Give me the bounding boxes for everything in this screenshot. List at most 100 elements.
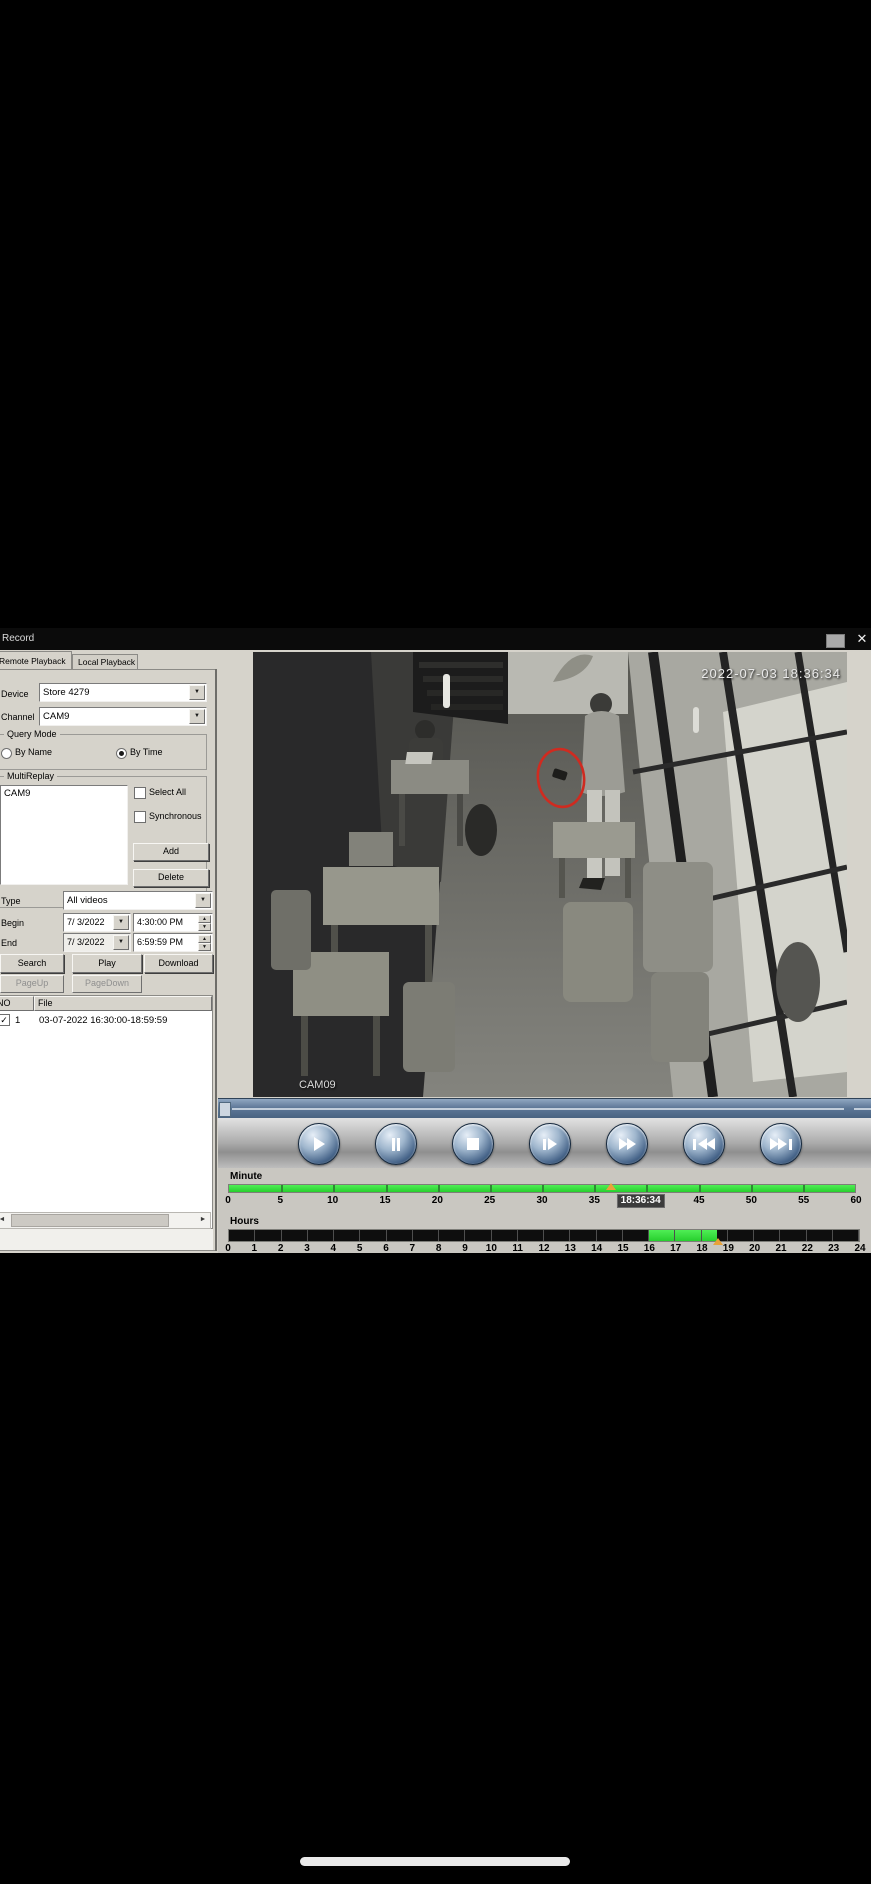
select-all-checkbox[interactable]: [134, 787, 146, 799]
hour-segment: [413, 1230, 439, 1241]
hour-segment: [229, 1230, 255, 1241]
by-name-radio[interactable]: [1, 748, 12, 759]
hour-tick-label: 3: [304, 1243, 310, 1254]
recorded-range: [675, 1230, 700, 1241]
hour-tick-label: 22: [802, 1243, 813, 1254]
minute-timeline-bar[interactable]: [228, 1184, 856, 1193]
home-indicator[interactable]: [300, 1857, 570, 1866]
hour-tick-label: 4: [331, 1243, 337, 1254]
hour-tick-label: 0: [225, 1243, 231, 1254]
by-time-radio[interactable]: [116, 748, 127, 759]
hour-segment: [649, 1230, 675, 1241]
fast-forward-control-button[interactable]: [606, 1123, 648, 1165]
hour-segment: [728, 1230, 754, 1241]
minute-tick-labels: 051015202530354045505560: [218, 1195, 871, 1208]
minute-tick: [333, 1185, 335, 1192]
minute-label: Minute: [230, 1171, 262, 1182]
stop-control-button[interactable]: [452, 1123, 494, 1165]
table-row[interactable]: ✓ 1 03-07-2022 16:30:00-18:59:59: [0, 1013, 212, 1029]
minute-tick-label: 50: [746, 1195, 757, 1206]
device-label: Device: [1, 689, 29, 700]
tab-local-playback[interactable]: Local Playback: [72, 654, 138, 670]
seek-thumb[interactable]: [219, 1102, 231, 1117]
pause-icon: [392, 1138, 395, 1151]
hour-segment: [387, 1230, 413, 1241]
spinner-arrows-icon[interactable]: ▲▼: [198, 935, 211, 950]
hour-segment: [308, 1230, 334, 1241]
list-item[interactable]: CAM9: [4, 788, 30, 799]
maximize-icon[interactable]: [826, 634, 845, 648]
spinner-arrows-icon[interactable]: ▲▼: [198, 915, 211, 930]
query-mode-group: Query Mode By Name By Time: [0, 734, 207, 770]
hour-tick-label: 15: [617, 1243, 628, 1254]
add-button[interactable]: Add: [133, 843, 209, 861]
video-frame[interactable]: 2022-07-03 18:36:34 CAM09: [253, 652, 847, 1097]
minute-tick: [542, 1185, 544, 1192]
cctv-scene: [253, 652, 847, 1097]
search-button[interactable]: Search: [0, 954, 64, 973]
hour-cursor-icon[interactable]: [713, 1238, 723, 1245]
chevron-down-icon[interactable]: ▼: [113, 915, 129, 930]
scroll-right-icon[interactable]: ►: [196, 1213, 210, 1228]
hour-segment: [570, 1230, 596, 1241]
seek-bar[interactable]: [218, 1098, 871, 1120]
minute-tick: [281, 1185, 283, 1192]
channel-label: Channel: [1, 712, 35, 723]
chevron-down-icon[interactable]: ▼: [195, 893, 211, 908]
play-button[interactable]: Play: [72, 954, 142, 973]
stop-icon: [467, 1138, 479, 1150]
minute-tick-label: 20: [432, 1195, 443, 1206]
minute-cursor-icon[interactable]: [606, 1183, 616, 1190]
camera-label: CAM09: [299, 1079, 336, 1091]
synchronous-checkbox[interactable]: [134, 811, 146, 823]
row-checkbox[interactable]: ✓: [0, 1014, 10, 1026]
end-time-spinner[interactable]: 6:59:59 PM ▲▼: [133, 933, 213, 952]
phone-screenshot: Record ✕ Remote Playback Local Playback …: [0, 0, 871, 1884]
minute-tick-label: 10: [327, 1195, 338, 1206]
pageup-button: PageUp: [0, 975, 64, 993]
chevron-down-icon[interactable]: ▼: [189, 709, 205, 724]
tab-remote-playback[interactable]: Remote Playback: [0, 651, 72, 670]
scroll-left-icon[interactable]: ◄: [0, 1213, 9, 1228]
playback-controls: [218, 1118, 871, 1168]
device-select[interactable]: Store 4279 ▼: [39, 683, 207, 702]
chevron-down-icon[interactable]: ▼: [189, 685, 205, 700]
remote-playback-panel: Device Store 4279 ▼ Channel CAM9 ▼ Query…: [0, 669, 217, 1251]
file-table-header-file[interactable]: File: [34, 996, 212, 1011]
current-time-badge: 18:36:34: [617, 1194, 665, 1208]
channel-select[interactable]: CAM9 ▼: [39, 707, 207, 726]
hour-tick-label: 5: [357, 1243, 363, 1254]
panel-divider: [215, 669, 217, 1251]
minute-tick-label: 35: [589, 1195, 600, 1206]
rewind-to-start-control-button[interactable]: [683, 1123, 725, 1165]
hour-segment: [780, 1230, 806, 1241]
minute-tick: [490, 1185, 492, 1192]
file-table-hscrollbar[interactable]: ◄ ►: [0, 1212, 211, 1229]
hour-segment: [334, 1230, 360, 1241]
pagedown-button: PageDown: [72, 975, 142, 993]
begin-time-spinner[interactable]: 4:30:00 PM ▲▼: [133, 913, 213, 932]
close-icon[interactable]: ✕: [854, 631, 870, 647]
step-play-control-button[interactable]: [529, 1123, 571, 1165]
hour-segment: [675, 1230, 701, 1241]
begin-date-picker[interactable]: 7/ 3/2022 ▼: [63, 913, 131, 932]
hour-tick-label: 18: [696, 1243, 707, 1254]
end-label: End: [1, 938, 17, 949]
delete-button[interactable]: Delete: [133, 869, 209, 887]
pause-control-button[interactable]: [375, 1123, 417, 1165]
hours-label: Hours: [230, 1216, 259, 1227]
window-body: Remote Playback Local Playback Device St…: [0, 650, 871, 1253]
minute-tick: [386, 1185, 388, 1192]
play-control-button[interactable]: [298, 1123, 340, 1165]
file-table-header-no[interactable]: NO: [0, 996, 34, 1011]
window-titlebar[interactable]: Record ✕: [0, 628, 871, 650]
multireplay-list[interactable]: CAM9: [0, 785, 128, 885]
hour-tick-label: 24: [854, 1243, 865, 1254]
hour-segment: [518, 1230, 544, 1241]
hour-tick-label: 1: [252, 1243, 258, 1254]
type-select[interactable]: All videos ▼: [63, 891, 213, 910]
hours-timeline-bar[interactable]: [228, 1229, 860, 1242]
skip-to-end-control-button[interactable]: [760, 1123, 802, 1165]
download-button[interactable]: Download: [144, 954, 213, 973]
scrollbar-thumb[interactable]: [11, 1214, 169, 1227]
